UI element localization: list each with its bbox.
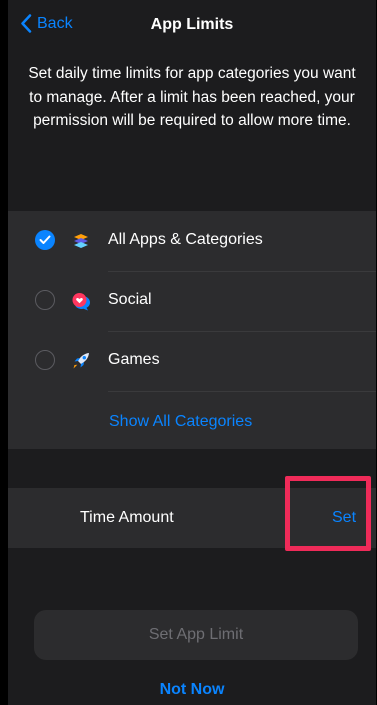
app-limits-screen: Back App Limits Set daily time limits fo…: [8, 0, 376, 705]
category-row-games[interactable]: Games: [8, 331, 376, 391]
show-all-categories-link[interactable]: Show All Categories: [109, 413, 252, 431]
highlight-box: [285, 476, 371, 551]
not-now-button[interactable]: Not Now: [8, 681, 376, 699]
radio-unselected[interactable]: [35, 290, 55, 310]
description-text: Set daily time limits for app categories…: [28, 65, 356, 129]
stack-icon: [74, 234, 88, 248]
radio-selected[interactable]: [35, 230, 55, 250]
category-row-all-apps[interactable]: All Apps & Categories: [8, 211, 376, 271]
chat-bubble-icon: [72, 293, 90, 311]
category-label: Social: [108, 291, 152, 308]
category-label: All Apps & Categories: [108, 231, 263, 248]
set-app-limit-button[interactable]: Set App Limit: [34, 610, 358, 660]
page-title: App Limits: [150, 16, 234, 33]
category-label: Games: [108, 351, 160, 368]
divider: [108, 391, 376, 392]
radio-unselected[interactable]: [35, 350, 55, 370]
category-row-social[interactable]: Social: [8, 271, 376, 331]
time-amount-label: Time Amount: [80, 509, 174, 526]
navigation-bar: Back App Limits: [8, 0, 376, 50]
rocket-icon: [73, 353, 89, 369]
category-list: All Apps & Categories Social Games Show …: [8, 211, 376, 449]
checkmark-icon: [39, 235, 51, 244]
